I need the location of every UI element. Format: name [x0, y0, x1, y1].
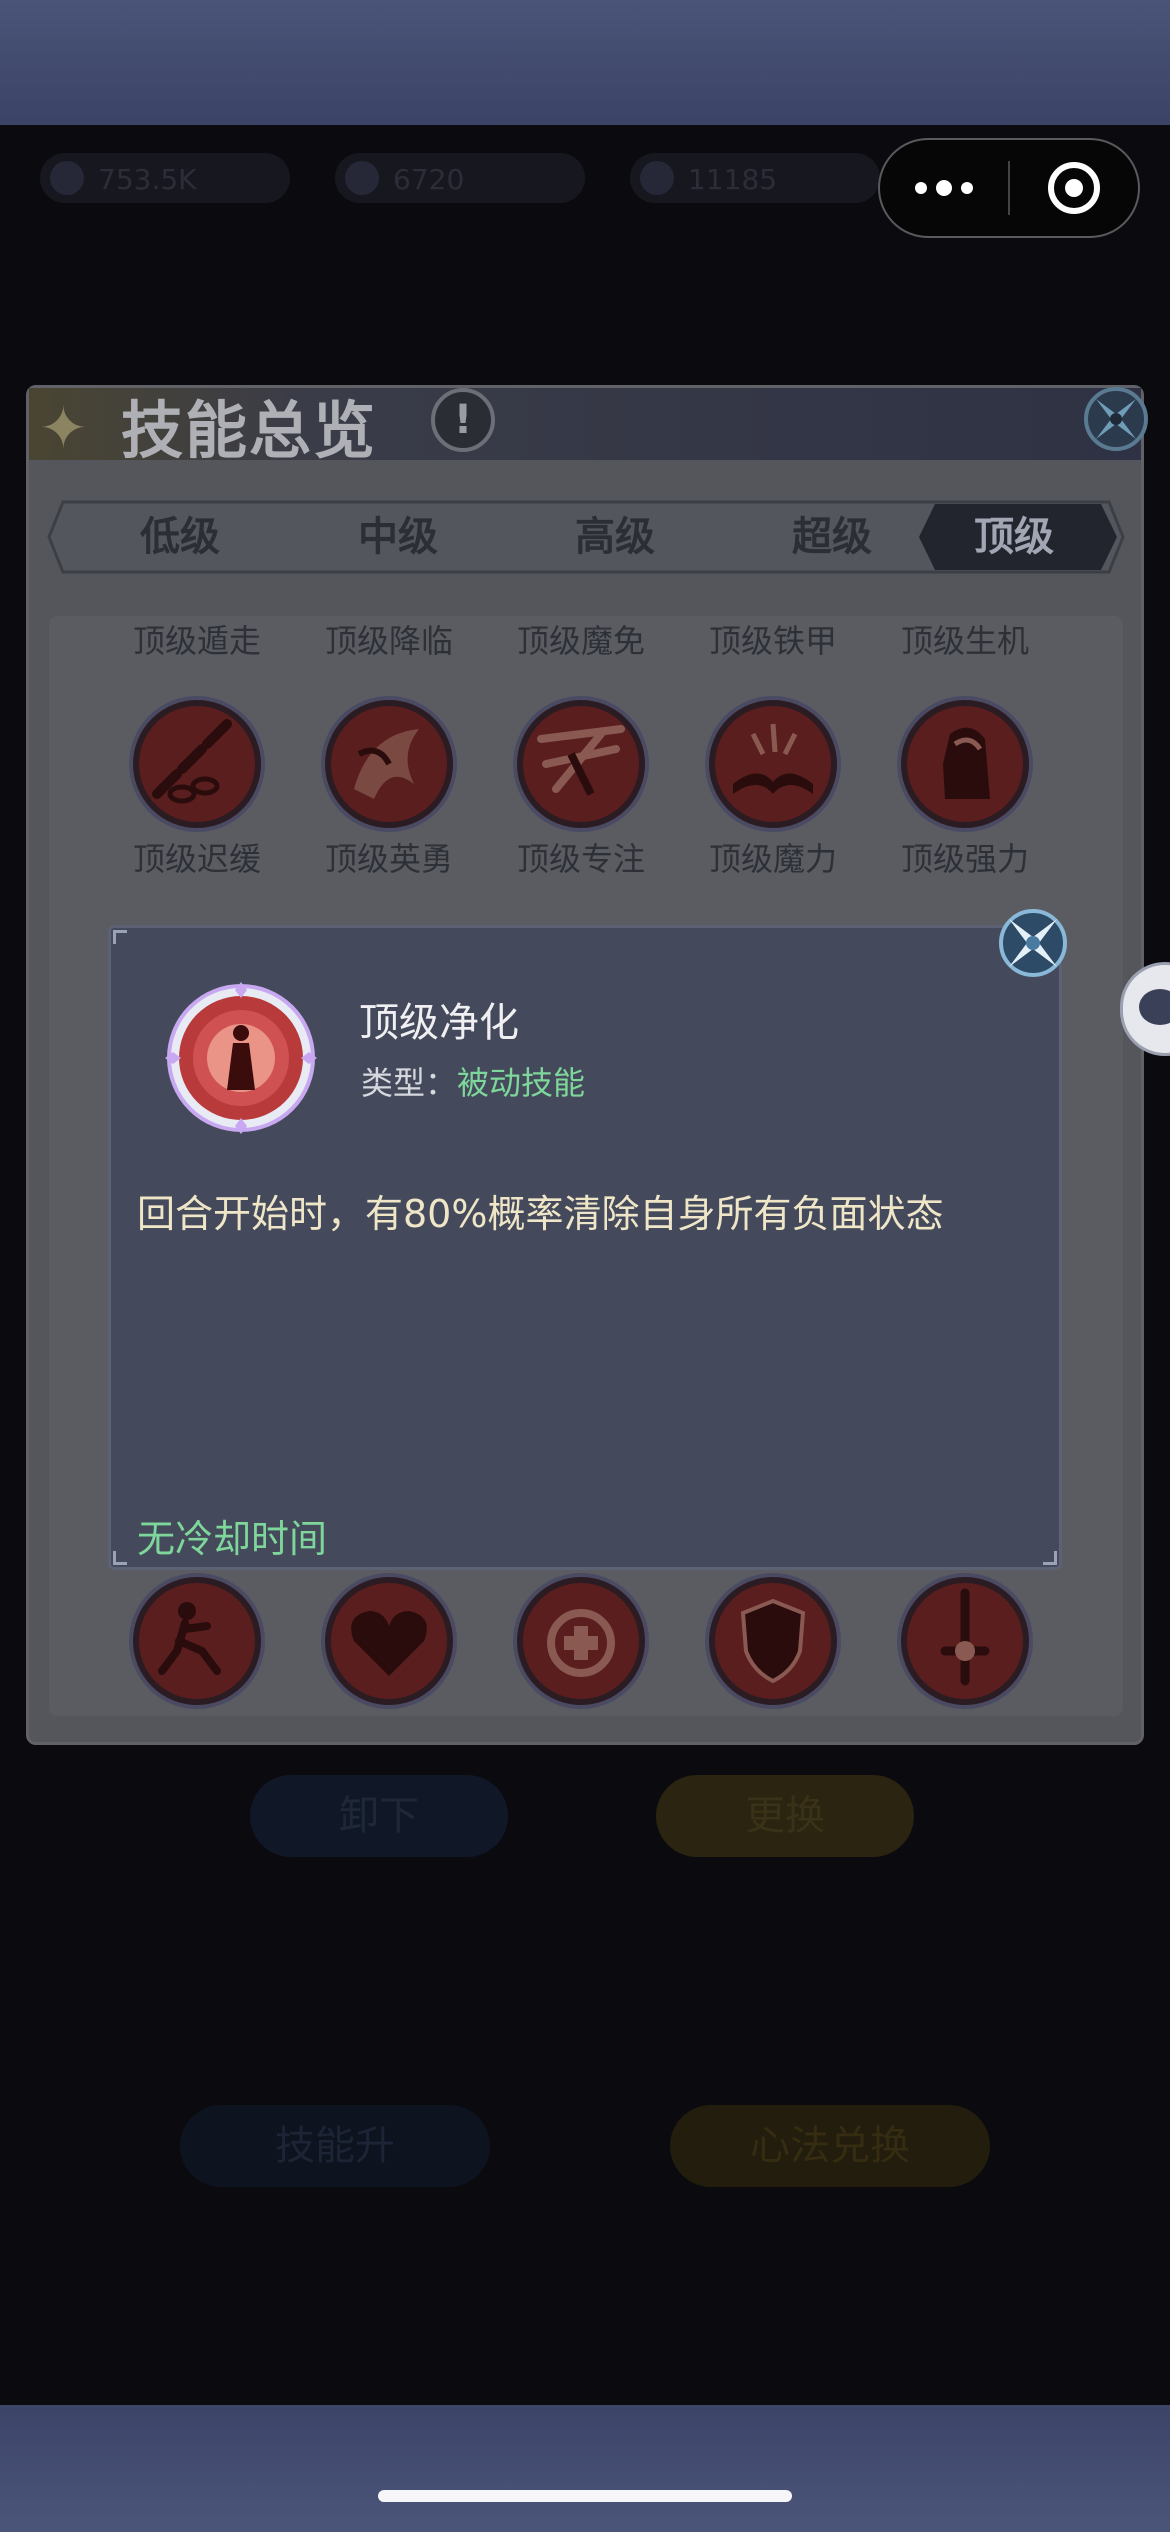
dialog-title: 技能总览: [121, 394, 378, 467]
dragon-claw-skill-icon[interactable]: [319, 694, 459, 834]
replace-button: 更换: [656, 1775, 914, 1857]
resource-value: 6720: [393, 163, 465, 196]
skill-label: 顶级魔免: [516, 622, 645, 660]
tab-high[interactable]: 高级: [510, 500, 720, 574]
medical-cross-skill-icon[interactable]: [511, 1571, 651, 1711]
skill-description: 回合开始时，有80%概率清除自身所有负面状态: [137, 1192, 944, 1236]
runner-skill-icon[interactable]: [127, 1571, 267, 1711]
skill-label: 顶级专注: [516, 840, 645, 878]
top-frame: [0, 0, 1170, 125]
info-button[interactable]: !: [431, 388, 495, 452]
tab-top[interactable]: 顶级: [909, 500, 1119, 574]
skill-label: 顶级迟缓: [132, 840, 261, 878]
dialog-header: ✦ 技能总览 !: [29, 387, 1148, 467]
resource-energy: 11185: [630, 153, 880, 203]
sparkle-icon: ✦: [39, 394, 88, 462]
coin-icon: [50, 161, 84, 195]
resource-gold: 753.5K: [40, 153, 290, 203]
armor-shield-skill-icon[interactable]: [703, 1571, 843, 1711]
resource-gems: 6720: [335, 153, 585, 203]
tab-super[interactable]: 超级: [727, 500, 937, 574]
home-indicator[interactable]: [378, 2490, 792, 2502]
skill-type: 类型：被动技能: [361, 1058, 585, 1104]
level-tabs: 低级 中级 高级 超级 顶级: [47, 500, 1125, 574]
more-dots-icon[interactable]: [880, 140, 1008, 236]
skill-name: 顶级净化: [359, 1000, 519, 1046]
skill-detail-popup: 顶级净化 类型：被动技能 回合开始时，有80%概率清除自身所有负面状态 无冷却时…: [108, 925, 1062, 1570]
skill-label: 顶级铁甲: [708, 622, 837, 660]
skill-label: 顶级遁走: [132, 622, 261, 660]
bottom-frame: [0, 2405, 1170, 2532]
skill-type-label: 类型：: [361, 1064, 458, 1102]
resource-value: 753.5K: [98, 163, 197, 196]
skill-upgrade-button: 技能升: [180, 2105, 490, 2187]
unequip-button: 卸下: [250, 1775, 508, 1857]
purify-figure-icon: [165, 982, 317, 1134]
skill-cooldown: 无冷却时间: [137, 1517, 328, 1561]
chains-skill-icon[interactable]: [127, 694, 267, 834]
close-icon[interactable]: [1081, 384, 1151, 454]
corner-ornament: [1043, 1551, 1057, 1565]
skill-label: 顶级生机: [900, 622, 1029, 660]
tab-low[interactable]: 低级: [75, 500, 285, 574]
book-skill-icon[interactable]: [703, 694, 843, 834]
target-circle-icon[interactable]: [1010, 140, 1138, 236]
skill-type-value: 被动技能: [457, 1064, 586, 1102]
skill-label: 顶级强力: [900, 840, 1029, 878]
gem-icon: [345, 161, 379, 195]
close-icon[interactable]: [995, 905, 1071, 981]
heart-skill-icon[interactable]: [319, 1571, 459, 1711]
hooded-figure-skill-icon[interactable]: [895, 694, 1035, 834]
sword-skill-icon[interactable]: [895, 1571, 1035, 1711]
skill-label: 顶级魔力: [708, 840, 837, 878]
skill-exchange-button: 心法兑换: [670, 2105, 990, 2187]
corner-ornament: [113, 930, 127, 944]
tab-mid[interactable]: 中级: [293, 500, 503, 574]
corner-ornament: [113, 1551, 127, 1565]
chat-icon: [1139, 989, 1170, 1025]
skill-label: 顶级降临: [324, 622, 453, 660]
shield-break-skill-icon[interactable]: [511, 694, 651, 834]
miniprogram-capsule: [878, 138, 1140, 238]
skill-label: 顶级英勇: [324, 840, 453, 878]
resource-value: 11185: [688, 163, 778, 196]
energy-icon: [640, 161, 674, 195]
